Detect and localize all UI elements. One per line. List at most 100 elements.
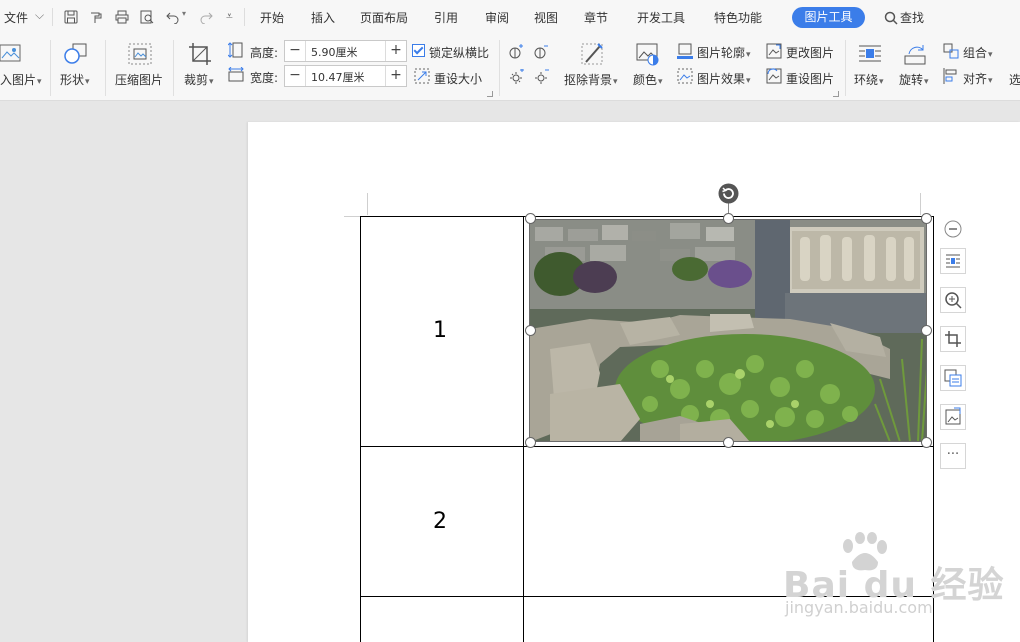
crop-button[interactable]: 裁剪 bbox=[184, 71, 214, 88]
height-increase-button[interactable]: + bbox=[385, 41, 406, 61]
search-icon[interactable] bbox=[884, 11, 898, 25]
increase-contrast-icon[interactable] bbox=[508, 44, 524, 60]
menu-bar: 文件 ⌵ ▾ ⩡ 开始 插入 页面布局 引用 审阅 视图 章节 开发工具 特色功… bbox=[0, 0, 1020, 34]
redo-icon[interactable] bbox=[199, 10, 213, 24]
table-border bbox=[523, 216, 524, 642]
tab-review[interactable]: 审阅 bbox=[485, 9, 509, 26]
chevron-down-icon[interactable]: ⌵ bbox=[35, 8, 44, 23]
rotate-button[interactable]: 旋转 bbox=[899, 71, 929, 88]
resize-handle-right[interactable] bbox=[921, 325, 932, 336]
increase-brightness-icon[interactable] bbox=[508, 69, 524, 85]
reset-size-button[interactable]: 重设大小 bbox=[434, 70, 482, 87]
picture-outline-button[interactable]: 图片轮廓 bbox=[697, 44, 751, 61]
change-picture-side-button[interactable] bbox=[940, 404, 966, 430]
tab-view[interactable]: 视图 bbox=[534, 9, 558, 26]
resize-handle-top-left[interactable] bbox=[525, 213, 536, 224]
tab-references[interactable]: 引用 bbox=[434, 9, 458, 26]
insert-picture-icon[interactable] bbox=[0, 42, 22, 64]
customize-toolbar-icon[interactable]: ⩡ bbox=[226, 9, 233, 24]
collapse-icon[interactable] bbox=[944, 220, 962, 238]
shape-icon[interactable] bbox=[63, 42, 89, 66]
baidu-jingyan-watermark: Bai du 经验 jingyan.baidu.com bbox=[783, 532, 1004, 622]
tab-picture-tools[interactable]: 图片工具 bbox=[792, 7, 865, 28]
save-icon[interactable] bbox=[64, 10, 78, 24]
print-preview-icon[interactable] bbox=[140, 10, 154, 24]
lock-ratio-checkbox[interactable] bbox=[412, 44, 425, 57]
table-border bbox=[360, 216, 361, 642]
replace-picture-icon bbox=[945, 407, 961, 425]
resize-handle-bottom-left[interactable] bbox=[525, 437, 536, 448]
zoom-picture-button[interactable] bbox=[940, 287, 966, 313]
text-wrap-icon[interactable] bbox=[858, 43, 882, 65]
crop-icon[interactable] bbox=[188, 42, 212, 66]
tab-section[interactable]: 章节 bbox=[584, 9, 608, 26]
reset-picture-icon[interactable] bbox=[766, 68, 782, 84]
tab-home[interactable]: 开始 bbox=[260, 9, 284, 26]
divider bbox=[845, 40, 846, 96]
picture-color-icon[interactable] bbox=[636, 42, 660, 66]
divider bbox=[52, 8, 53, 26]
divider bbox=[105, 40, 106, 96]
resize-handle-top[interactable] bbox=[723, 213, 734, 224]
change-picture-icon[interactable] bbox=[766, 43, 782, 59]
search-button[interactable]: 查找 bbox=[900, 9, 924, 26]
margin-mark bbox=[367, 193, 368, 215]
reset-size-icon[interactable] bbox=[414, 68, 430, 84]
tab-special-features[interactable]: 特色功能 bbox=[714, 9, 762, 26]
group-icon[interactable] bbox=[943, 43, 959, 59]
color-button[interactable]: 颜色 bbox=[633, 71, 663, 88]
layout-options-button[interactable] bbox=[940, 248, 966, 274]
table-border bbox=[360, 216, 934, 217]
picture-style-dialog-launcher[interactable] bbox=[833, 91, 839, 97]
rotate-icon[interactable] bbox=[903, 42, 927, 66]
rotate-handle-icon[interactable] bbox=[718, 183, 739, 204]
tab-page-layout[interactable]: 页面布局 bbox=[360, 9, 408, 26]
picture-effect-icon[interactable] bbox=[677, 68, 693, 84]
reset-picture-button[interactable]: 重设图片 bbox=[786, 70, 834, 87]
table-cell-number[interactable]: 1 bbox=[433, 318, 447, 343]
select-pane-button[interactable]: 选 bbox=[1009, 71, 1020, 88]
tab-insert[interactable]: 插入 bbox=[311, 9, 335, 26]
width-decrease-button[interactable]: − bbox=[285, 66, 306, 86]
margin-mark bbox=[920, 193, 921, 215]
insert-picture-button[interactable]: 入图片 bbox=[0, 71, 42, 88]
resize-handle-bottom[interactable] bbox=[723, 437, 734, 448]
group-button[interactable]: 组合 bbox=[963, 44, 993, 61]
picture-effect-button[interactable]: 图片效果 bbox=[697, 70, 751, 87]
decrease-brightness-icon[interactable] bbox=[533, 69, 549, 85]
tab-developer[interactable]: 开发工具 bbox=[637, 9, 685, 26]
file-menu[interactable]: 文件 bbox=[4, 9, 28, 26]
table-cell-number[interactable]: 2 bbox=[433, 509, 447, 534]
resize-handle-top-right[interactable] bbox=[921, 213, 932, 224]
picture-to-text-button[interactable] bbox=[940, 365, 966, 391]
crop-side-button[interactable] bbox=[940, 326, 966, 352]
remove-background-icon[interactable] bbox=[580, 42, 606, 66]
height-stepper[interactable]: − 5.90厘米 + bbox=[284, 40, 407, 62]
resize-handle-left[interactable] bbox=[525, 325, 536, 336]
remove-background-button[interactable]: 抠除背景 bbox=[564, 71, 618, 88]
size-dialog-launcher[interactable] bbox=[487, 91, 493, 97]
align-icon[interactable] bbox=[943, 68, 959, 84]
print-icon[interactable] bbox=[115, 10, 129, 24]
width-label: 宽度: bbox=[250, 71, 279, 85]
compress-picture-button[interactable]: 压缩图片 bbox=[115, 71, 163, 88]
align-button[interactable]: 对齐 bbox=[963, 70, 993, 87]
width-increase-button[interactable]: + bbox=[385, 66, 406, 86]
width-value[interactable]: 10.47厘米 bbox=[311, 69, 365, 85]
compress-picture-icon[interactable] bbox=[128, 43, 152, 65]
picture-outline-icon[interactable] bbox=[677, 43, 693, 59]
more-options-button[interactable]: ··· bbox=[940, 443, 966, 469]
format-painter-icon[interactable] bbox=[89, 10, 103, 24]
decrease-contrast-icon[interactable] bbox=[533, 44, 549, 60]
chevron-down-icon[interactable]: ▾ bbox=[182, 9, 186, 18]
undo-icon[interactable] bbox=[166, 10, 180, 24]
height-value[interactable]: 5.90厘米 bbox=[311, 44, 358, 60]
shape-button[interactable]: 形状 bbox=[60, 71, 90, 88]
width-stepper[interactable]: − 10.47厘米 + bbox=[284, 65, 407, 87]
change-picture-button[interactable]: 更改图片 bbox=[786, 44, 834, 61]
text-wrap-button[interactable]: 环绕 bbox=[854, 71, 884, 88]
selection-frame bbox=[529, 219, 927, 442]
resize-handle-bottom-right[interactable] bbox=[921, 437, 932, 448]
height-decrease-button[interactable]: − bbox=[285, 41, 306, 61]
lock-ratio-label[interactable]: 锁定纵横比 bbox=[429, 44, 489, 61]
